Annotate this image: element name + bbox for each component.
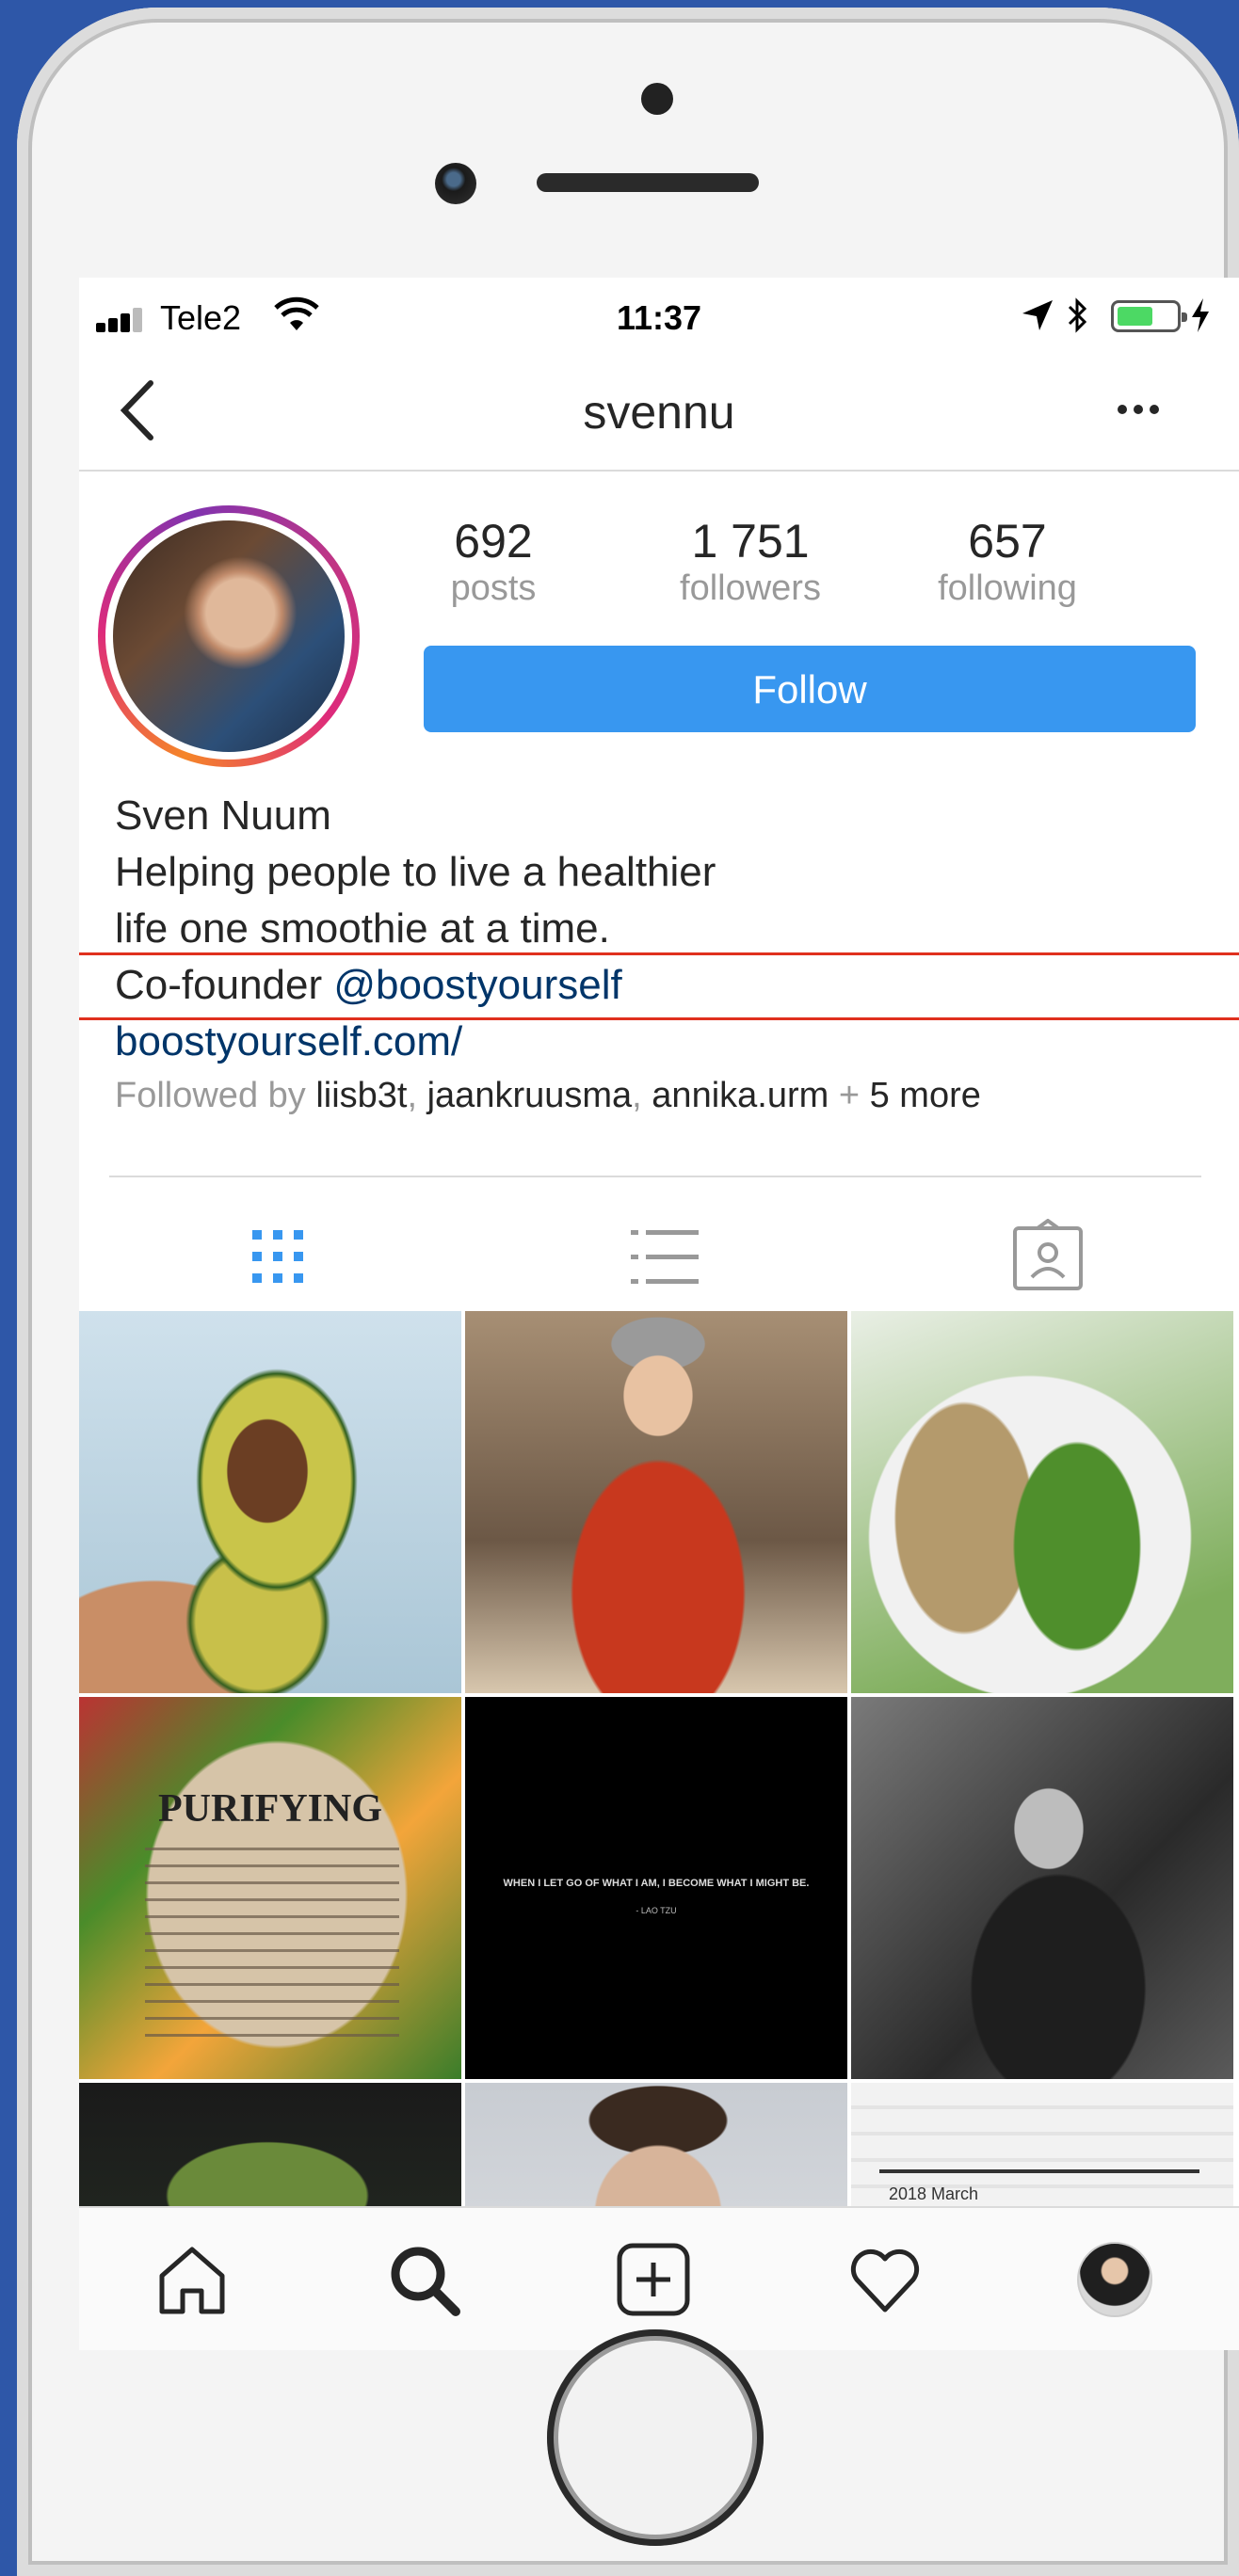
book-body-text	[145, 1848, 399, 2045]
post-thumbnail[interactable]: WHEN I LET GO OF WHAT I AM, I BECOME WHA…	[465, 1697, 847, 2079]
profile-avatar	[113, 520, 345, 752]
book-title-text: PURIFYING	[158, 1787, 382, 1831]
phone-frame: Tele2 11:37 svennu 692 posts 1 751 follo…	[17, 8, 1239, 2576]
quote-author: - LAO TZU	[636, 1906, 677, 1915]
status-bar: Tele2 11:37	[79, 278, 1239, 353]
bluetooth-icon	[1068, 297, 1087, 333]
calendar-caption: 2018 March	[889, 2184, 979, 2203]
stat-posts[interactable]: 692 posts	[380, 515, 606, 609]
post-thumbnail[interactable]	[79, 1311, 461, 1693]
stat-followers[interactable]: 1 751 followers	[637, 515, 863, 609]
charging-bolt-icon	[1192, 298, 1209, 332]
stat-following[interactable]: 657 following	[894, 515, 1120, 609]
follow-button[interactable]: Follow	[424, 646, 1196, 732]
bio-line: life one smoothie at a time.	[115, 905, 610, 952]
list-icon[interactable]	[621, 1219, 706, 1294]
profile-header: svennu	[79, 353, 1239, 472]
post-thumbnail[interactable]	[465, 1311, 847, 1693]
front-camera	[435, 163, 476, 204]
more-options-icon[interactable]	[1115, 391, 1162, 428]
home-icon[interactable]	[154, 2242, 230, 2317]
battery-tip	[1182, 312, 1187, 322]
quote-text: WHEN I LET GO OF WHAT I AM, I BECOME WHA…	[503, 1878, 810, 1889]
earpiece-speaker	[537, 173, 759, 192]
followed-by-separator: ,	[407, 1076, 427, 1115]
activity-heart-icon[interactable]	[847, 2242, 923, 2317]
tagged-icon[interactable]	[1006, 1219, 1090, 1294]
followed-by-user[interactable]: liisb3t	[315, 1076, 407, 1115]
home-button[interactable]	[547, 2329, 764, 2546]
followed-by-separator: ,	[632, 1076, 652, 1115]
new-post-icon[interactable]	[616, 2242, 691, 2317]
website-link[interactable]: boostyourself.com/	[115, 1014, 1198, 1070]
followed-by-user[interactable]: jaankruusma	[427, 1076, 633, 1115]
followed-by-line[interactable]: Followed by liisb3t, jaankruusma, annika…	[115, 1076, 981, 1116]
followed-by-prefix: Followed by	[115, 1076, 316, 1115]
grid-icon[interactable]	[235, 1219, 320, 1294]
proximity-sensor	[641, 83, 673, 115]
profile-avatar[interactable]	[1077, 2242, 1152, 2317]
followed-by-plus: +	[829, 1076, 870, 1115]
battery-icon	[1111, 300, 1187, 332]
location-arrow-icon	[1022, 300, 1053, 330]
stat-posts-label: posts	[450, 568, 537, 608]
profile-username: svennu	[583, 386, 735, 439]
bottom-tab-bar	[79, 2206, 1239, 2350]
stat-following-label: following	[938, 568, 1077, 608]
battery-level	[1118, 307, 1152, 326]
stat-followers-label: followers	[680, 568, 821, 608]
post-thumbnail[interactable]	[851, 1697, 1233, 2079]
profile-bio: Sven Nuum Helping people to live a healt…	[115, 788, 1198, 1070]
calendar-arrow	[879, 2169, 1199, 2173]
bio-line: Helping people to live a healthier	[115, 849, 716, 895]
stat-followers-value: 1 751	[691, 515, 810, 568]
highlight-annotation-box	[79, 952, 1239, 1020]
post-thumbnail[interactable]	[851, 1311, 1233, 1693]
avatar-ring-gap	[105, 513, 352, 760]
profile-avatar-story-ring[interactable]	[98, 505, 360, 767]
post-thumbnail[interactable]: PURIFYING	[79, 1697, 461, 2079]
screen: Tele2 11:37 svennu 692 posts 1 751 follo…	[79, 278, 1239, 2350]
profile-full-name: Sven Nuum	[115, 792, 331, 839]
followed-by-more[interactable]: 5 more	[870, 1076, 981, 1115]
followed-by-user[interactable]: annika.urm	[652, 1076, 829, 1115]
stat-posts-value: 692	[454, 515, 533, 568]
section-divider	[109, 1176, 1201, 1177]
stat-following-value: 657	[968, 515, 1047, 568]
search-icon[interactable]	[386, 2242, 461, 2317]
